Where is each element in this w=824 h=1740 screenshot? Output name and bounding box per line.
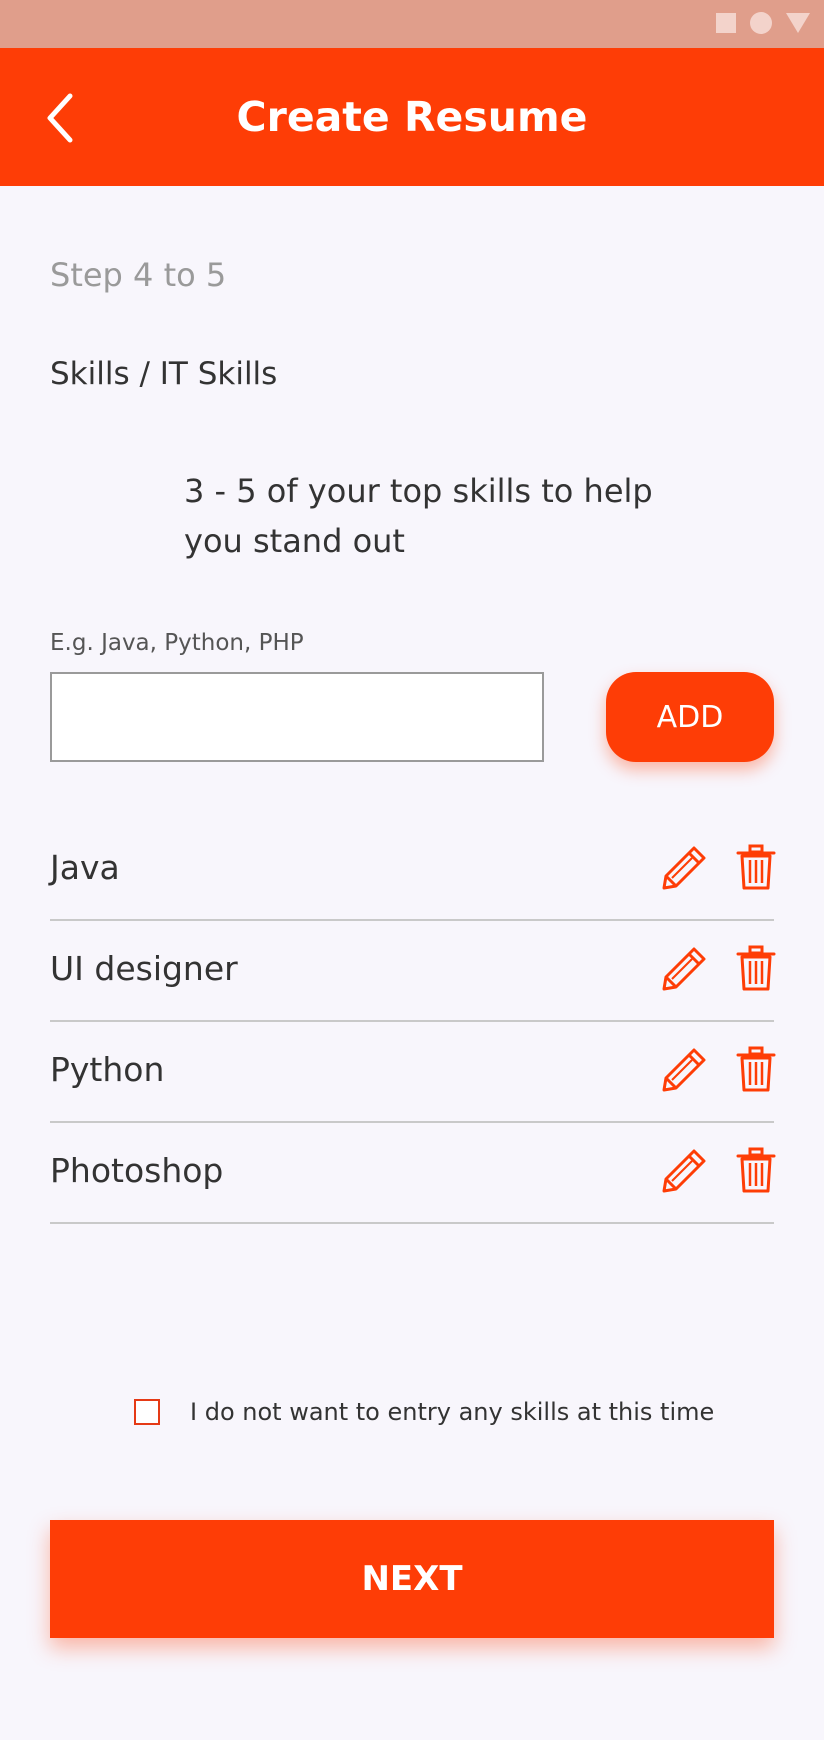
circle-icon [750,12,772,34]
delete-button[interactable] [736,945,776,993]
add-button[interactable]: ADD [606,672,774,762]
skill-row: Photoshop [50,1123,776,1224]
trash-icon [736,844,776,890]
square-icon [716,13,736,33]
delete-button[interactable] [736,844,776,892]
next-button[interactable]: NEXT [50,1520,774,1638]
app-bar: Create Resume [0,48,824,186]
trash-icon [736,1147,776,1193]
section-title: Skills / IT Skills [50,356,278,392]
chevron-left-icon [47,93,73,143]
skill-input-label: E.g. Java, Python, PHP [50,630,304,656]
step-indicator: Step 4 to 5 [50,256,227,294]
skill-row: Java [50,820,776,921]
delete-button[interactable] [736,1046,776,1094]
skill-name: Photoshop [50,1151,224,1190]
edit-button[interactable] [660,1147,708,1195]
skill-name: Python [50,1050,165,1089]
back-button[interactable] [40,88,90,148]
edit-button[interactable] [660,1046,708,1094]
status-bar [0,0,824,48]
pencil-icon [662,1048,706,1092]
skill-name: Java [50,848,120,887]
skill-row: Python [50,1022,776,1123]
status-icons [716,12,810,34]
opt-out-row: I do not want to entry any skills at thi… [134,1398,714,1426]
trash-icon [736,945,776,991]
skill-name: UI designer [50,949,238,988]
pencil-icon [662,947,706,991]
skills-description: 3 - 5 of your top skills to help you sta… [184,472,653,560]
edit-button[interactable] [660,945,708,993]
page-title: Create Resume [236,93,588,141]
skill-input[interactable] [50,672,544,762]
trash-icon [736,1046,776,1092]
triangle-icon [786,13,810,33]
delete-button[interactable] [736,1147,776,1195]
pencil-icon [662,846,706,890]
opt-out-label: I do not want to entry any skills at thi… [190,1398,715,1426]
opt-out-checkbox[interactable] [134,1399,160,1425]
skill-list: Java UI designer Python Photoshop [50,820,776,1224]
pencil-icon [662,1149,706,1193]
skill-row: UI designer [50,921,776,1022]
edit-button[interactable] [660,844,708,892]
